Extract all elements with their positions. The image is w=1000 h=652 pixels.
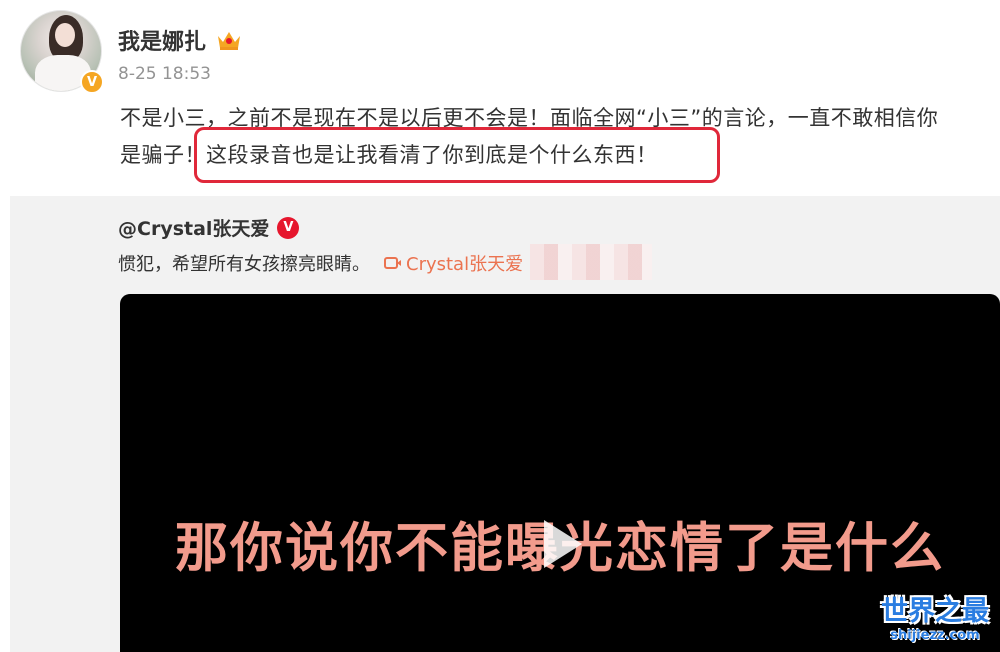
- username[interactable]: 我是娜扎: [118, 24, 206, 56]
- post-header: 我是娜扎: [118, 24, 242, 56]
- avatar[interactable]: V: [20, 10, 104, 94]
- repost-card[interactable]: @Crystal张天爱 V 惯犯，希望所有女孩擦亮眼睛。 Crystal张天爱 …: [10, 196, 1000, 652]
- verified-icon: V: [80, 70, 104, 94]
- repost-username[interactable]: @Crystal张天爱: [118, 214, 269, 241]
- mosaic-blur: [530, 244, 652, 280]
- crown-icon: [218, 32, 241, 50]
- video-player[interactable]: 那你说你不能曝光恋情了是什么: [120, 294, 1000, 652]
- weibo-post: V 我是娜扎 8-25 18:53 不是小三，之前不是现在不是以后更不会是！面临…: [0, 0, 1000, 652]
- verified-icon: V: [277, 216, 300, 239]
- repost-link-label[interactable]: Crystal张天爱: [406, 250, 523, 276]
- repost-header: @Crystal张天爱 V: [118, 214, 300, 241]
- watermark-title: 世界之最: [881, 596, 989, 627]
- highlight-annotation-box: [194, 127, 720, 183]
- repost-video-link[interactable]: Crystal张天爱: [384, 250, 523, 276]
- repost-body: 惯犯，希望所有女孩擦亮眼睛。 Crystal张天爱: [118, 250, 523, 276]
- video-link-icon: [384, 257, 401, 269]
- repost-text: 惯犯，希望所有女孩擦亮眼睛。: [118, 254, 370, 275]
- play-icon[interactable]: [530, 514, 590, 574]
- post-timestamp[interactable]: 8-25 18:53: [118, 64, 211, 84]
- site-watermark: 世界之最 shijiezz.com: [872, 596, 998, 652]
- watermark-url: shijiezz.com: [890, 628, 980, 643]
